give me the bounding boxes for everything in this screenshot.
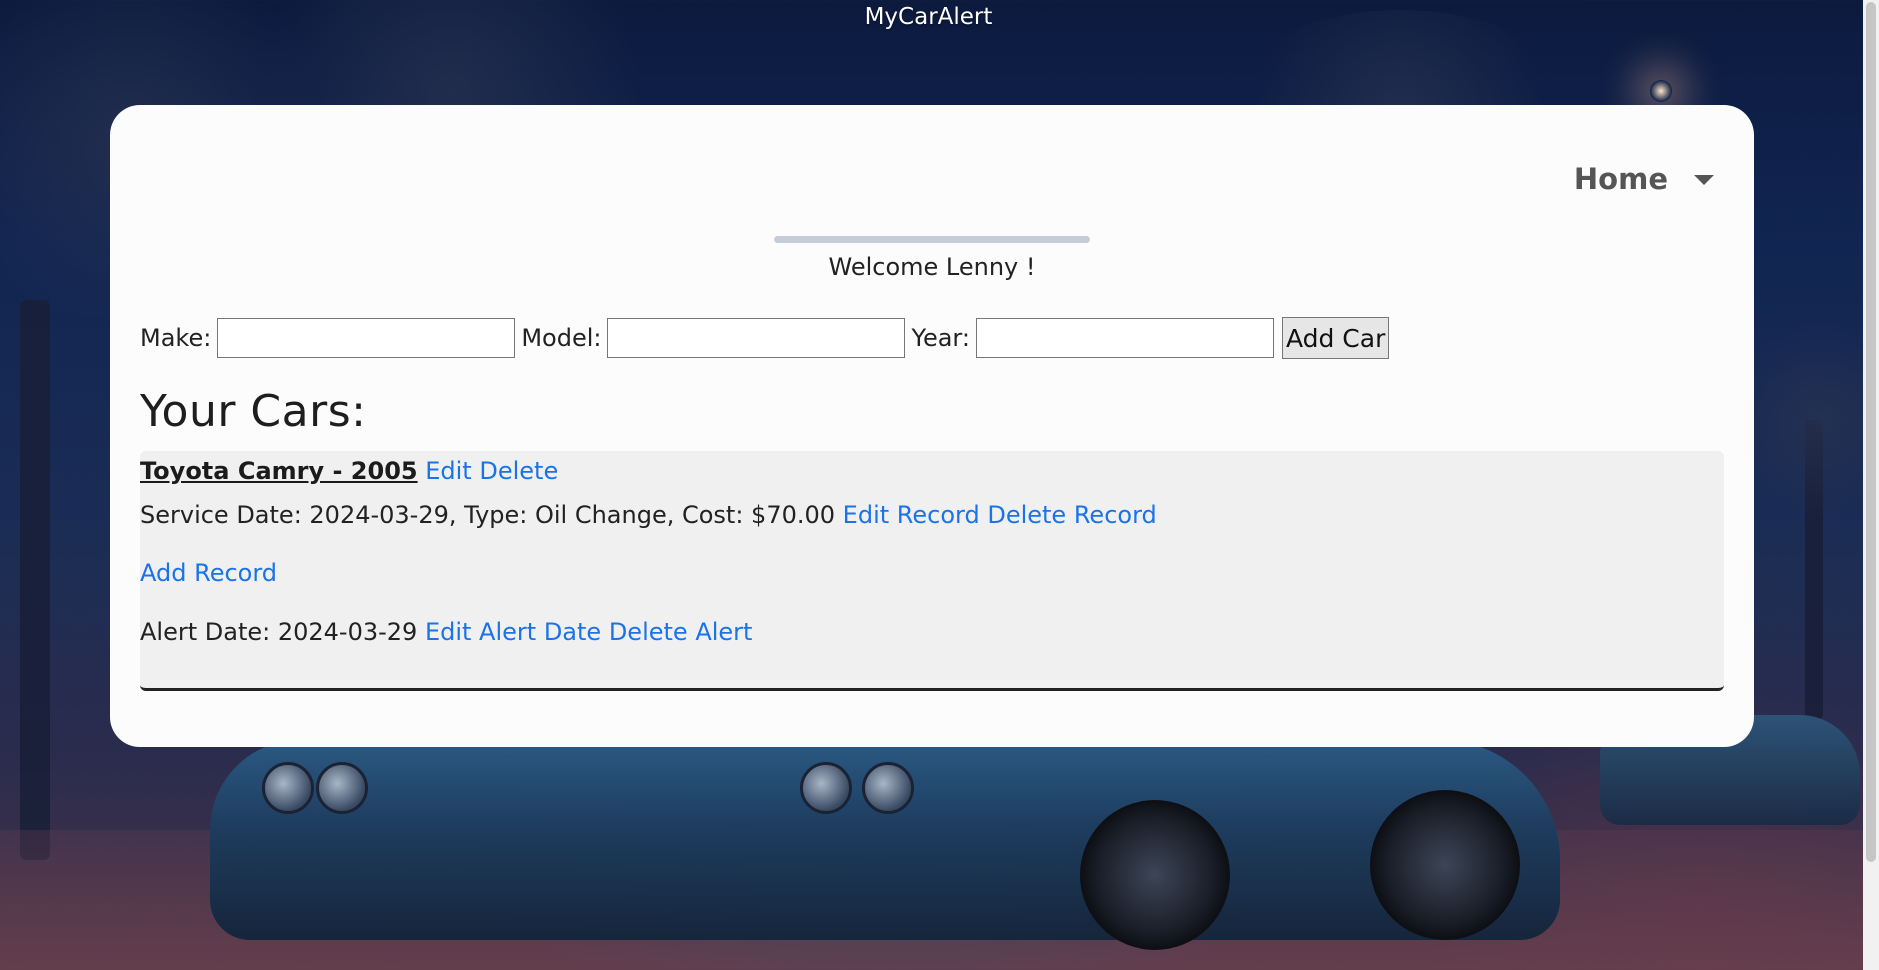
car-header-row: Toyota Camry - 2005 Edit Delete (140, 457, 558, 485)
wheel-decoration (1370, 790, 1520, 940)
year-input[interactable] (975, 318, 1274, 358)
delete-record-link[interactable]: Delete Record (987, 501, 1156, 529)
nav-dropdown[interactable]: Home (1574, 162, 1714, 196)
model-input[interactable] (607, 318, 906, 358)
main-card: Home Welcome Lenny ! Make: Model: Year: … (110, 105, 1754, 747)
edit-car-link[interactable]: Edit (425, 457, 471, 485)
delete-alert-link[interactable]: Delete Alert (609, 618, 753, 646)
caret-down-icon (1694, 175, 1714, 185)
delete-car-link[interactable]: Delete (479, 457, 558, 485)
year-label: Year: (911, 324, 970, 352)
headlight-decoration (800, 762, 852, 814)
service-record-text: Service Date: 2024-03-29, Type: Oil Chan… (140, 501, 836, 529)
service-record-row: Service Date: 2024-03-29, Type: Oil Chan… (140, 501, 1157, 529)
add-record-row: Add Record (140, 559, 277, 587)
nav-dropdown-label: Home (1573, 162, 1668, 196)
alert-row: Alert Date: 2024-03-29 Edit Alert Date D… (140, 618, 752, 646)
your-cars-heading: Your Cars: (140, 386, 367, 437)
streetlight-decoration (1650, 80, 1672, 102)
vertical-scrollbar[interactable] (1863, 0, 1879, 970)
headlight-decoration (862, 762, 914, 814)
wheel-decoration (1080, 800, 1230, 950)
car-name: Toyota Camry - 2005 (140, 457, 418, 485)
car-list-item: Toyota Camry - 2005 Edit Delete Service … (140, 451, 1724, 691)
edit-record-link[interactable]: Edit Record (843, 501, 980, 529)
alert-date-text: Alert Date: 2024-03-29 (140, 618, 418, 646)
headlight-decoration (316, 762, 368, 814)
welcome-message: Welcome Lenny ! (828, 253, 1036, 281)
make-label: Make: (140, 324, 212, 352)
add-car-button[interactable]: Add Car (1281, 317, 1390, 359)
add-car-form: Make: Model: Year: Add Car (140, 317, 1390, 359)
make-input[interactable] (217, 318, 516, 358)
add-record-link[interactable]: Add Record (140, 559, 277, 587)
divider-bar (774, 236, 1090, 243)
scrollbar-thumb[interactable] (1866, 2, 1876, 862)
headlight-decoration (262, 762, 314, 814)
app-title: MyCarAlert (864, 4, 993, 30)
model-label: Model: (521, 324, 602, 352)
palm-trunk-decoration (20, 300, 50, 860)
edit-alert-date-link[interactable]: Edit Alert Date (425, 618, 601, 646)
